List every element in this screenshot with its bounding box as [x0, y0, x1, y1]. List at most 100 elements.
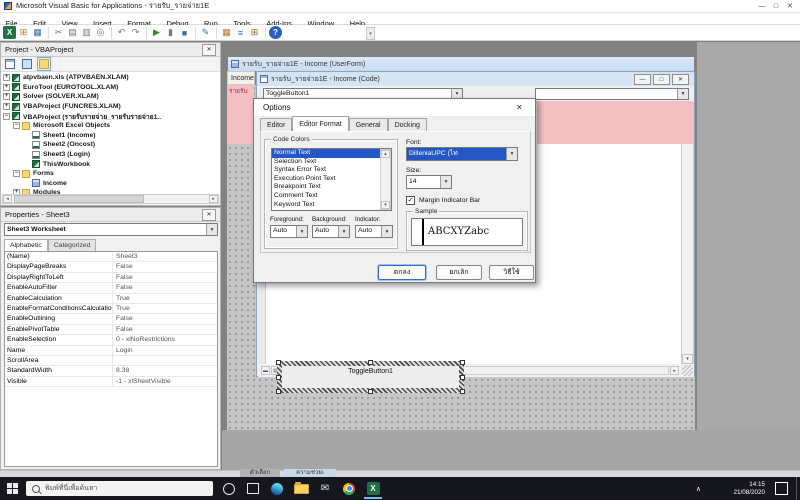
property-row[interactable]: EnableOutlining False: [5, 314, 217, 325]
edge-icon[interactable]: [265, 480, 289, 497]
tree-item-funcres[interactable]: + VBAProject (FUNCRES.XLAM): [1, 102, 220, 112]
ok-button[interactable]: ตกลง: [378, 265, 426, 280]
list-item-breakpoint-text[interactable]: Breakpoint Text: [272, 183, 391, 192]
scroll-down-icon[interactable]: ▾: [381, 201, 390, 209]
scroll-right-icon[interactable]: ▸: [670, 366, 679, 375]
listbox-scrollbar[interactable]: ▴ ▾: [380, 149, 391, 210]
property-value[interactable]: [113, 356, 217, 365]
insert-userform-icon[interactable]: ⊞: [17, 26, 30, 39]
property-row[interactable]: StandardWidth 8.38: [5, 366, 217, 377]
selection-handle[interactable]: [460, 375, 465, 380]
chevron-down-icon[interactable]: ▾: [506, 148, 517, 160]
tree-item-excel-objects[interactable]: − Microsoft Excel Objects: [1, 121, 220, 131]
size-dropdown[interactable]: 14 ▾: [406, 175, 452, 189]
tree-item-vbaproject-active[interactable]: − VBAProject (รายรับรายจ่าย_รายรับรายจ่าย…: [1, 111, 220, 121]
tree-item-sheet2[interactable]: Sheet2 (Oncost): [1, 140, 220, 150]
property-row[interactable]: Name Login: [5, 345, 217, 356]
code-window-titlebar[interactable]: รายรับ_รายจ่าย1E - Income (Code): [257, 72, 694, 86]
expand-icon[interactable]: +: [3, 93, 10, 101]
collapse-icon[interactable]: −: [13, 170, 20, 178]
reset-icon[interactable]: ■: [178, 26, 191, 39]
start-button[interactable]: [7, 483, 18, 494]
selection-handle[interactable]: [460, 360, 465, 365]
close-icon[interactable]: ✕: [202, 43, 216, 56]
project-explorer-icon[interactable]: ▦: [220, 26, 233, 39]
properties-window-icon[interactable]: ≡: [234, 26, 247, 39]
code-colors-listbox[interactable]: Normal Text Selection Text Syntax Error …: [271, 148, 392, 211]
procedure-view-button[interactable]: ▬: [261, 366, 270, 375]
chevron-down-icon[interactable]: ▾: [440, 176, 451, 188]
chevron-down-icon[interactable]: ▾: [677, 89, 688, 99]
checkbox-checked-icon[interactable]: ✓: [406, 195, 415, 205]
close-icon[interactable]: ✕: [516, 103, 523, 112]
resize-grip[interactable]: [682, 365, 693, 376]
chevron-down-icon[interactable]: ▾: [381, 226, 392, 237]
property-row[interactable]: Visible -1 - xlSheetVisible: [5, 376, 217, 388]
action-center-icon[interactable]: [775, 482, 788, 495]
background-tab-options[interactable]: ตัวเลือก: [240, 469, 280, 477]
show-desktop-button[interactable]: [796, 477, 800, 500]
tab-general[interactable]: General: [348, 118, 388, 132]
list-item-normal-text[interactable]: Normal Text: [272, 149, 391, 158]
list-item-syntax-error-text[interactable]: Syntax Error Text: [272, 166, 391, 175]
paste-icon[interactable]: ▥: [80, 26, 93, 39]
tab-editor-format[interactable]: Editor Format: [292, 116, 349, 132]
code-window-maximize-button[interactable]: □: [653, 74, 670, 85]
selection-handle[interactable]: [368, 360, 373, 365]
property-row[interactable]: DisplayRightToLeft False: [5, 272, 217, 284]
property-row[interactable]: DisplayPageBreaks False: [5, 262, 217, 273]
help-button[interactable]: วิธีใช้: [489, 265, 534, 280]
cut-icon[interactable]: ✂: [52, 26, 65, 39]
tree-item-thisworkbook[interactable]: ThisWorkbook: [1, 159, 220, 169]
background-tab-help[interactable]: ความช่วยเ: [284, 469, 336, 477]
chevron-down-icon[interactable]: ▾: [206, 224, 217, 235]
undo-icon[interactable]: ↶: [115, 26, 128, 39]
copy-icon[interactable]: ▤: [66, 26, 79, 39]
collapse-icon[interactable]: −: [13, 122, 20, 130]
toggle-button-control[interactable]: ToggleButton1: [276, 360, 465, 394]
property-row[interactable]: EnableFormatConditionsCalculation True: [5, 303, 217, 315]
toolbox-icon[interactable]: ⊞: [248, 26, 261, 39]
userform-window-titlebar[interactable]: รายรับ_รายจ่าย1E - Income (UserForm): [228, 57, 694, 71]
excel-taskbar-icon[interactable]: X: [361, 480, 385, 499]
tree-item-income-form[interactable]: Income: [1, 179, 220, 189]
selection-handle[interactable]: [276, 360, 281, 365]
list-item-execution-point-text[interactable]: Execution Point Text: [272, 175, 391, 184]
scroll-up-icon[interactable]: ▴: [381, 150, 390, 158]
selection-handle[interactable]: [460, 389, 465, 394]
property-row[interactable]: EnableSelection 0 - xlNoRestrictions: [5, 335, 217, 346]
taskbar-search-input[interactable]: พิมพ์ที่นี่เพื่อค้นหา: [26, 481, 213, 496]
list-item-keyword-text[interactable]: Keyword Text: [272, 201, 391, 210]
scroll-down-icon[interactable]: ▾: [682, 354, 693, 364]
foreground-dropdown[interactable]: Auto ▾: [270, 225, 308, 238]
taskbar-clock[interactable]: 14:15 21/08/2020: [715, 481, 765, 497]
procedure-dropdown[interactable]: ▾: [535, 88, 689, 100]
list-item-selection-text[interactable]: Selection Text: [272, 158, 391, 167]
chrome-icon[interactable]: [337, 480, 361, 497]
selection-handle[interactable]: [276, 375, 281, 380]
indicator-dropdown[interactable]: Auto ▾: [355, 225, 393, 238]
property-value[interactable]: False: [113, 273, 217, 282]
maximize-icon[interactable]: □: [769, 1, 783, 12]
code-window-minimize-button[interactable]: —: [634, 74, 651, 85]
property-value[interactable]: Login: [113, 346, 217, 355]
run-icon[interactable]: ▶: [150, 26, 163, 39]
scroll-left-icon[interactable]: ◂: [3, 195, 12, 203]
selection-handle[interactable]: [276, 389, 281, 394]
view-excel-icon[interactable]: X: [3, 26, 16, 39]
break-icon[interactable]: ▮: [164, 26, 177, 39]
property-value[interactable]: False: [113, 283, 217, 292]
find-icon[interactable]: ◎: [94, 26, 107, 39]
options-dialog-titlebar[interactable]: Options ✕: [254, 99, 535, 117]
app-titlebar[interactable]: Microsoft Visual Basic for Applications …: [0, 0, 800, 13]
code-window-close-button[interactable]: ✕: [672, 74, 689, 85]
help-icon[interactable]: ?: [269, 26, 282, 39]
property-value[interactable]: False: [113, 314, 217, 323]
property-row[interactable]: EnableAutoFilter False: [5, 283, 217, 294]
margin-indicator-checkbox-row[interactable]: ✓ Margin Indicator Bar: [406, 195, 480, 205]
cortana-button[interactable]: [217, 480, 241, 497]
tab-docking[interactable]: Docking: [387, 118, 427, 132]
property-value[interactable]: False: [113, 325, 217, 334]
mail-icon[interactable]: ✉: [313, 480, 337, 497]
property-value[interactable]: False: [113, 262, 217, 271]
